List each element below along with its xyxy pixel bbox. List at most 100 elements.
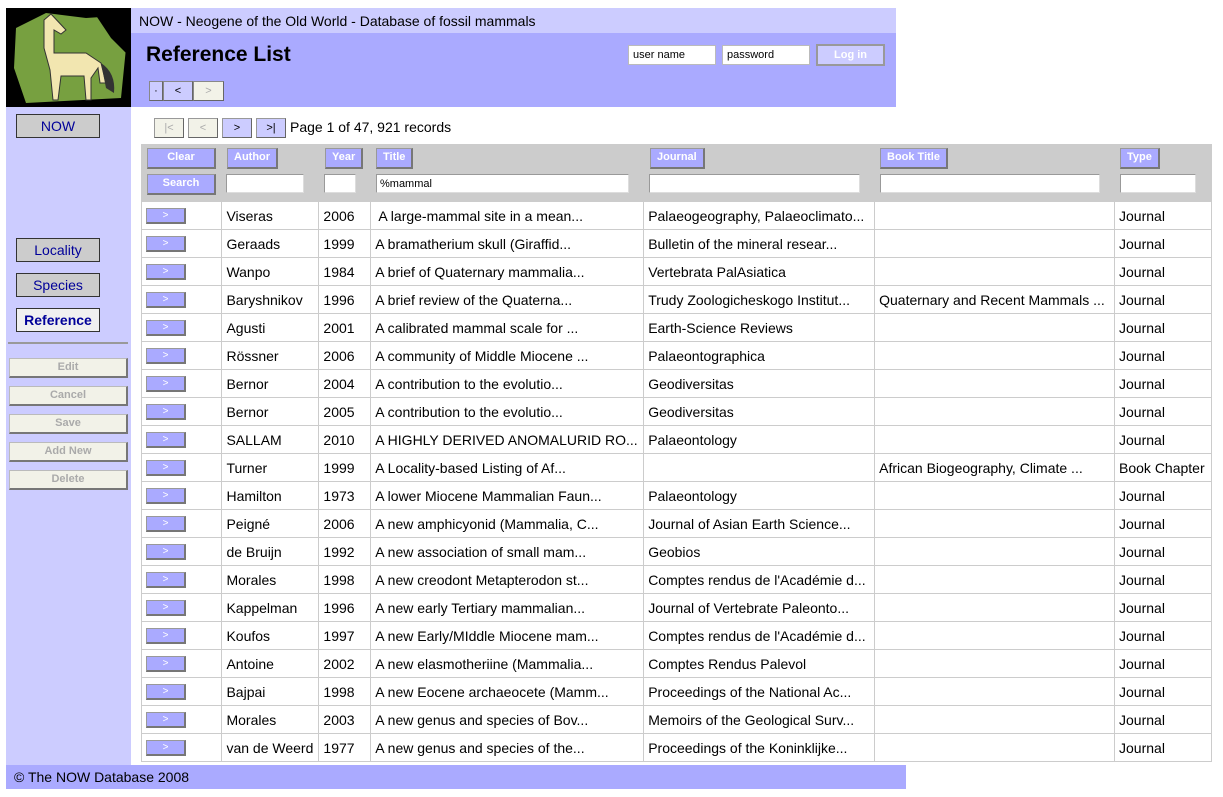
open-reference-button[interactable]: > (146, 236, 186, 253)
open-reference-button[interactable]: > (146, 516, 186, 533)
save-button[interactable]: Save (9, 414, 128, 434)
sort-journal-button[interactable]: Journal (650, 148, 705, 169)
first-page-button[interactable]: |< (154, 118, 184, 138)
type-cell: Journal (1114, 649, 1212, 678)
year-cell: 1996 (318, 285, 372, 314)
type-cell: Journal (1114, 481, 1212, 510)
open-reference-button[interactable]: > (146, 460, 186, 477)
table-row: > Bernor 2004 A contribution to the evoluti… (140, 369, 1212, 398)
password-input[interactable] (722, 45, 810, 65)
type-cell: Journal (1114, 677, 1212, 706)
title-cell: A contribution to the evolutio... (370, 397, 645, 426)
table-row: > de Bruijn 1992 A new association of small… (140, 537, 1212, 566)
journal-cell: Bulletin of the mineral resear... (643, 229, 876, 258)
last-page-button[interactable]: >| (256, 118, 286, 138)
table-row: > SALLAM 2010 A HIGHLY DERIVED ANOMALURID R… (140, 425, 1212, 454)
sidebar-divider (8, 342, 128, 344)
type-cell: Book Chapter (1114, 453, 1212, 482)
year-cell: 1992 (318, 537, 372, 566)
delete-button[interactable]: Delete (9, 470, 128, 490)
open-reference-button[interactable]: > (146, 488, 186, 505)
year-filter-input[interactable] (324, 174, 356, 193)
open-reference-button[interactable]: > (146, 656, 186, 673)
sort-type-button[interactable]: Type (1120, 148, 1160, 169)
title-filter-input[interactable] (376, 174, 629, 193)
app-title: NOW - Neogene of the Old World - Databas… (139, 13, 536, 29)
reference-table: > Viseras 2006 A large-mammal site in a me… (140, 201, 1212, 762)
open-cell: > (140, 369, 223, 398)
clear-button[interactable]: Clear (147, 148, 216, 169)
journal-cell: Journal of Vertebrate Paleonto... (643, 593, 876, 622)
open-reference-button[interactable]: > (146, 432, 186, 449)
sort-author-button[interactable]: Author (227, 148, 279, 169)
author-cell: Morales (221, 565, 320, 594)
author-cell: Wanpo (221, 257, 320, 286)
sort-book-title-button[interactable]: Book Title (880, 148, 948, 169)
open-reference-button[interactable]: > (146, 600, 186, 617)
author-cell: Peigné (221, 509, 320, 538)
table-row: > Bajpai 1998 A new Eocene archaeocete (Mam… (140, 677, 1212, 706)
history-home-button[interactable]: · (149, 81, 163, 101)
year-cell: 2003 (318, 705, 372, 734)
open-reference-button[interactable]: > (146, 320, 186, 337)
title-cell: A new creodont Metapterodon st... (370, 565, 645, 594)
prev-page-button[interactable]: < (188, 118, 218, 138)
sidebar-item-now[interactable]: NOW (16, 114, 100, 138)
author-cell: Turner (221, 453, 320, 482)
sidebar-item-reference[interactable]: Reference (16, 308, 100, 332)
open-cell: > (140, 677, 223, 706)
table-row: > Rössner 2006 A community of Middle Miocen… (140, 341, 1212, 370)
open-reference-button[interactable]: > (146, 544, 186, 561)
author-filter-input[interactable] (226, 174, 304, 193)
type-cell: Journal (1114, 229, 1212, 258)
open-reference-button[interactable]: > (146, 264, 186, 281)
journal-filter-input[interactable] (649, 174, 860, 193)
year-cell: 2002 (318, 649, 372, 678)
next-page-button[interactable]: > (222, 118, 252, 138)
edit-button[interactable]: Edit (9, 358, 128, 378)
history-back-button[interactable]: < (163, 81, 193, 101)
author-cell: de Bruijn (221, 537, 320, 566)
open-reference-button[interactable]: > (146, 712, 186, 729)
username-input[interactable] (628, 45, 716, 65)
open-reference-button[interactable]: > (146, 292, 186, 309)
table-row: > Kappelman 1996 A new early Tertiary mamma… (140, 593, 1212, 622)
open-reference-button[interactable]: > (146, 404, 186, 421)
book-title-filter-input[interactable] (880, 174, 1100, 193)
sort-title-button[interactable]: Title (376, 148, 414, 169)
open-reference-button[interactable]: > (146, 572, 186, 589)
author-cell: Baryshnikov (221, 285, 320, 314)
journal-cell: Comptes rendus de l'Académie d... (643, 565, 876, 594)
cancel-button[interactable]: Cancel (9, 386, 128, 406)
sidebar-item-species[interactable]: Species (16, 273, 100, 297)
year-cell: 1998 (318, 565, 372, 594)
add-new-button[interactable]: Add New (9, 442, 128, 462)
open-reference-button[interactable]: > (146, 208, 186, 225)
type-cell: Journal (1114, 705, 1212, 734)
filter-bar: Clear Search Author Year Title Journal B… (141, 144, 1212, 201)
title-cell: A new association of small mam... (370, 537, 645, 566)
book-title-cell (874, 397, 1116, 426)
type-filter-input[interactable] (1120, 174, 1196, 193)
sidebar-item-locality[interactable]: Locality (16, 238, 100, 262)
login-button[interactable]: Log in (816, 44, 885, 66)
open-reference-button[interactable]: > (146, 376, 186, 393)
open-cell: > (140, 593, 223, 622)
open-reference-button[interactable]: > (146, 684, 186, 701)
sort-year-button[interactable]: Year (325, 148, 364, 169)
open-reference-button[interactable]: > (146, 348, 186, 365)
app-title-bar: NOW - Neogene of the Old World - Databas… (131, 8, 896, 33)
search-button[interactable]: Search (147, 174, 216, 195)
book-title-cell (874, 677, 1116, 706)
history-forward-button[interactable]: > (193, 81, 224, 101)
open-cell: > (140, 509, 223, 538)
book-title-cell: Quaternary and Recent Mammals ... (874, 285, 1116, 314)
author-cell: Rössner (221, 341, 320, 370)
open-reference-button[interactable]: > (146, 740, 186, 757)
title-cell: A new Eocene archaeocete (Mamm... (370, 677, 645, 706)
year-cell: 2004 (318, 369, 372, 398)
author-cell: Geraads (221, 229, 320, 258)
journal-cell: Proceedings of the National Ac... (643, 677, 876, 706)
open-cell: > (140, 397, 223, 426)
open-reference-button[interactable]: > (146, 628, 186, 645)
